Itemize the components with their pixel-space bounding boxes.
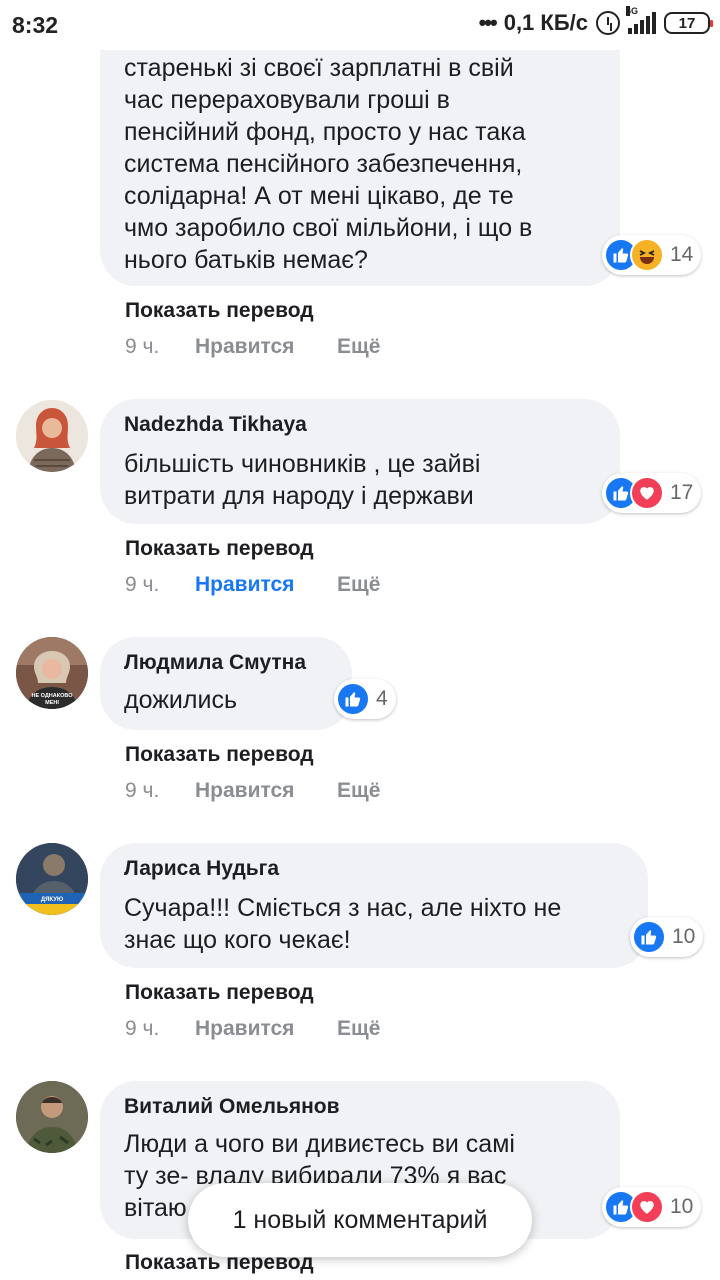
avatar[interactable] [16,1081,88,1153]
more-button[interactable]: Ещё [337,573,380,597]
comment-actions: 9 ч. Нравится Ещё [125,573,380,597]
more-button[interactable]: Ещё [337,1017,380,1041]
reaction-summary[interactable]: 14 [602,235,702,275]
status-bar: 8:32 ••• 0,1 КБ/с 4G 17 [0,0,720,50]
reaction-count: 10 [670,1195,694,1218]
comment-text: більшість чиновників , це зайві витрати … [124,450,481,510]
reaction-summary[interactable]: 10 [630,917,704,957]
svg-text:МЕНІ: МЕНІ [45,700,59,706]
show-translation-link[interactable]: Показать перевод [125,981,314,1005]
new-comment-toast[interactable]: 1 новый комментарий [188,1183,532,1257]
network-type: 4G [626,6,639,16]
comment-time: 9 ч. [125,1017,160,1040]
love-icon [630,476,664,510]
comment-time: 9 ч. [125,779,160,802]
reaction-count: 10 [672,925,696,948]
comment-author[interactable]: Виталий Омельянов [124,1095,340,1119]
comment-bubble[interactable]: Nadezhda Tikhaya більшість чиновників , … [100,399,620,524]
more-button[interactable]: Ещё [337,335,380,359]
like-icon [632,920,666,954]
like-button[interactable]: Нравится [195,335,337,359]
like-icon [336,682,370,716]
comment-author[interactable]: Nadezhda Tikhaya [124,413,307,437]
comment-actions: 9 ч. Нравится Ещё [125,1017,380,1041]
comment-text: старенькі зі своєї зарплатні в свій час … [124,54,533,274]
show-translation-link[interactable]: Показать перевод [125,299,314,323]
avatar[interactable]: НЕ ОДНАКОВО МЕНІ [16,637,88,709]
comment-bubble[interactable]: Людмила Смутна дожились [100,637,352,730]
comment-time: 9 ч. [125,335,160,358]
more-button[interactable]: Ещё [337,779,380,803]
comment-author[interactable]: Лариса Нудьга [124,857,279,881]
avatar[interactable]: ДЯКУЮ [16,843,88,915]
reaction-summary[interactable]: 17 [602,473,702,513]
battery-level: 17 [678,14,696,32]
show-translation-link[interactable]: Показать перевод [125,743,314,767]
comment-time: 9 ч. [125,573,160,596]
like-button[interactable]: Нравится [195,573,337,597]
reaction-count: 14 [670,243,694,266]
reaction-count: 17 [670,481,694,504]
love-icon [630,1190,664,1224]
svg-text:НЕ ОДНАКОВО: НЕ ОДНАКОВО [32,693,74,699]
comment-bubble[interactable]: Лариса Нудьга Сучара!!! Сміється з нас, … [100,843,648,968]
comment-text: дожились [124,686,237,714]
show-translation-link[interactable]: Показать перевод [125,537,314,561]
alarm-icon [596,11,620,35]
avatar[interactable] [16,400,88,472]
reaction-count: 4 [376,687,388,710]
like-button[interactable]: Нравится [195,779,337,803]
dots-icon: ••• [478,10,498,35]
svg-text:ДЯКУЮ: ДЯКУЮ [41,897,63,903]
signal-icon: 4G [626,6,656,34]
network-speed: 0,1 КБ/с [503,10,588,35]
comment-bubble[interactable]: старенькі зі своєї зарплатні в свій час … [100,20,620,286]
comment-author[interactable]: Людмила Смутна [124,651,306,675]
battery-icon: 17 [664,12,713,34]
reaction-summary[interactable]: 4 [334,679,396,719]
comment-actions: 9 ч. Нравится Ещё [125,335,380,359]
status-time: 8:32 [12,12,59,38]
reaction-summary[interactable]: 10 [602,1187,702,1227]
like-button[interactable]: Нравится [195,1017,337,1041]
comment-text: Сучара!!! Сміється з нас, але ніхто не з… [124,894,562,954]
comments-feed[interactable]: старенькі зі своєї зарплатні в свій час … [0,0,720,1280]
haha-icon [630,238,664,272]
status-indicators: ••• 0,1 КБ/с 4G 17 [478,6,713,36]
comment-actions: 9 ч. Нравится Ещё [125,779,380,803]
